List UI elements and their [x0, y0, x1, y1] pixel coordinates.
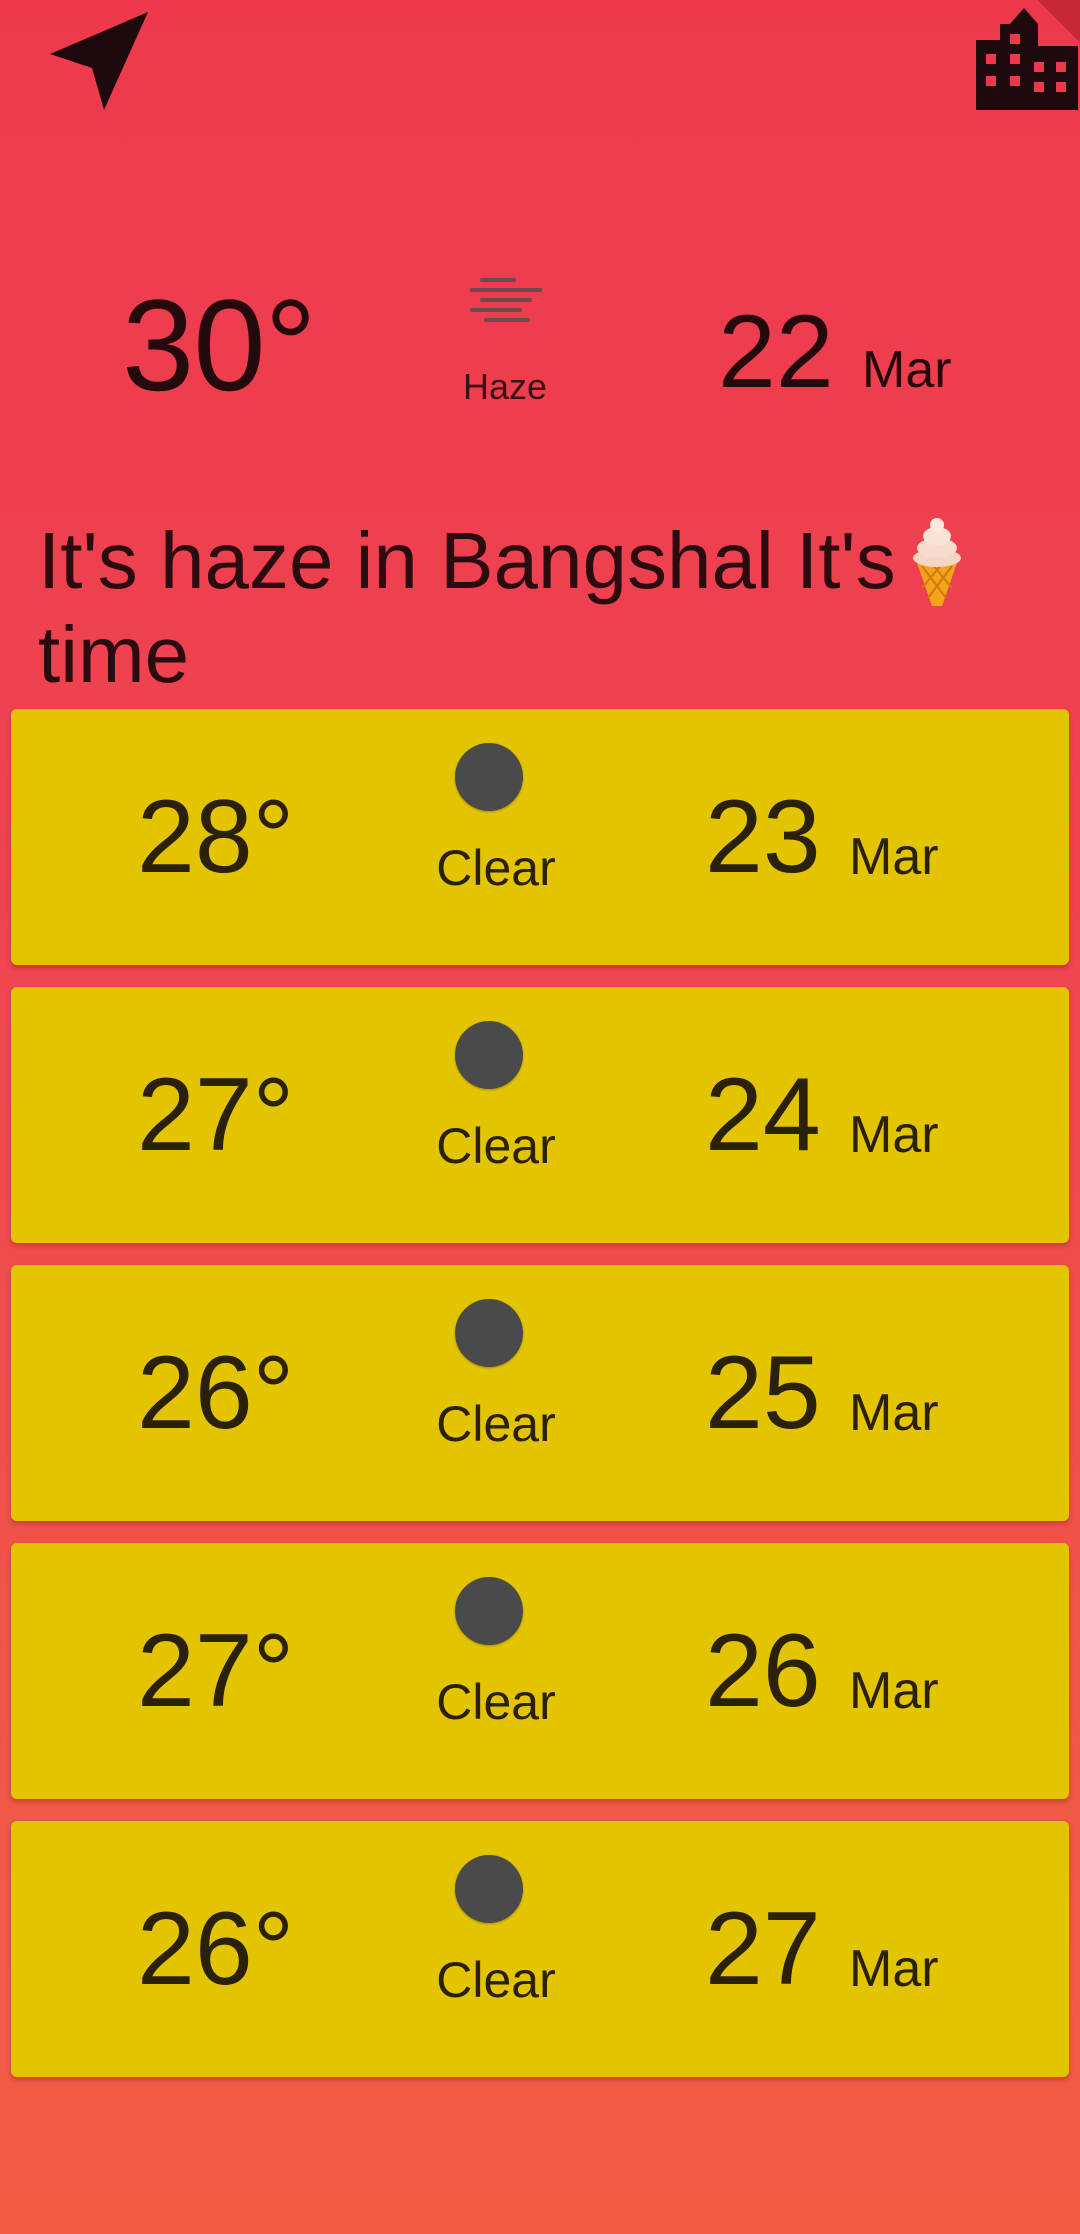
weather-message-text: It's haze in Bangshal It's time	[38, 516, 896, 699]
clear-icon	[455, 1299, 523, 1367]
current-weather: 30° Haze 22 Mar	[0, 270, 1080, 430]
clear-icon	[455, 1577, 523, 1645]
forecast-temperature: 26°	[137, 1891, 295, 2007]
forecast-month: Mar	[849, 1384, 939, 1442]
current-temperature: 30°	[122, 272, 317, 418]
navigation-arrow-icon[interactable]	[46, 10, 150, 114]
forecast-list: 28° Clear 23 Mar 27° Clear 24 Mar 26° Cl…	[11, 709, 1069, 2099]
current-day: 22	[718, 294, 834, 410]
haze-icon	[470, 278, 542, 322]
forecast-condition: Clear	[436, 1396, 556, 1452]
forecast-condition: Clear	[436, 840, 556, 896]
current-condition: Haze	[462, 366, 548, 407]
forecast-card[interactable]: 27° Clear 24 Mar	[11, 987, 1069, 1243]
clear-icon	[455, 1021, 523, 1089]
forecast-card[interactable]: 26° Clear 25 Mar	[11, 1265, 1069, 1521]
forecast-day: 23	[705, 779, 821, 895]
forecast-temperature: 26°	[137, 1335, 295, 1451]
forecast-card[interactable]: 27° Clear 26 Mar	[11, 1543, 1069, 1799]
forecast-card[interactable]: 28° Clear 23 Mar	[11, 709, 1069, 965]
clear-icon	[455, 743, 523, 811]
forecast-condition: Clear	[436, 1952, 556, 2008]
forecast-day: 25	[705, 1335, 821, 1451]
forecast-temperature: 28°	[137, 779, 295, 895]
forecast-month: Mar	[849, 828, 939, 886]
forecast-condition: Clear	[436, 1118, 556, 1174]
forecast-day: 27	[705, 1891, 821, 2007]
ice-cream-icon	[913, 518, 961, 606]
forecast-temperature: 27°	[137, 1613, 295, 1729]
city-buildings-icon[interactable]	[976, 6, 1078, 112]
clear-icon	[455, 1855, 523, 1923]
forecast-month: Mar	[849, 1662, 939, 1720]
forecast-month: Mar	[849, 1940, 939, 1998]
forecast-temperature: 27°	[137, 1057, 295, 1173]
forecast-day: 24	[705, 1057, 821, 1173]
forecast-card[interactable]: 26° Clear 27 Mar	[11, 1821, 1069, 2077]
forecast-day: 26	[705, 1613, 821, 1729]
forecast-condition: Clear	[436, 1674, 556, 1730]
weather-message: It's haze in Bangshal It's time	[38, 514, 1028, 702]
current-month: Mar	[862, 341, 952, 399]
forecast-month: Mar	[849, 1106, 939, 1164]
